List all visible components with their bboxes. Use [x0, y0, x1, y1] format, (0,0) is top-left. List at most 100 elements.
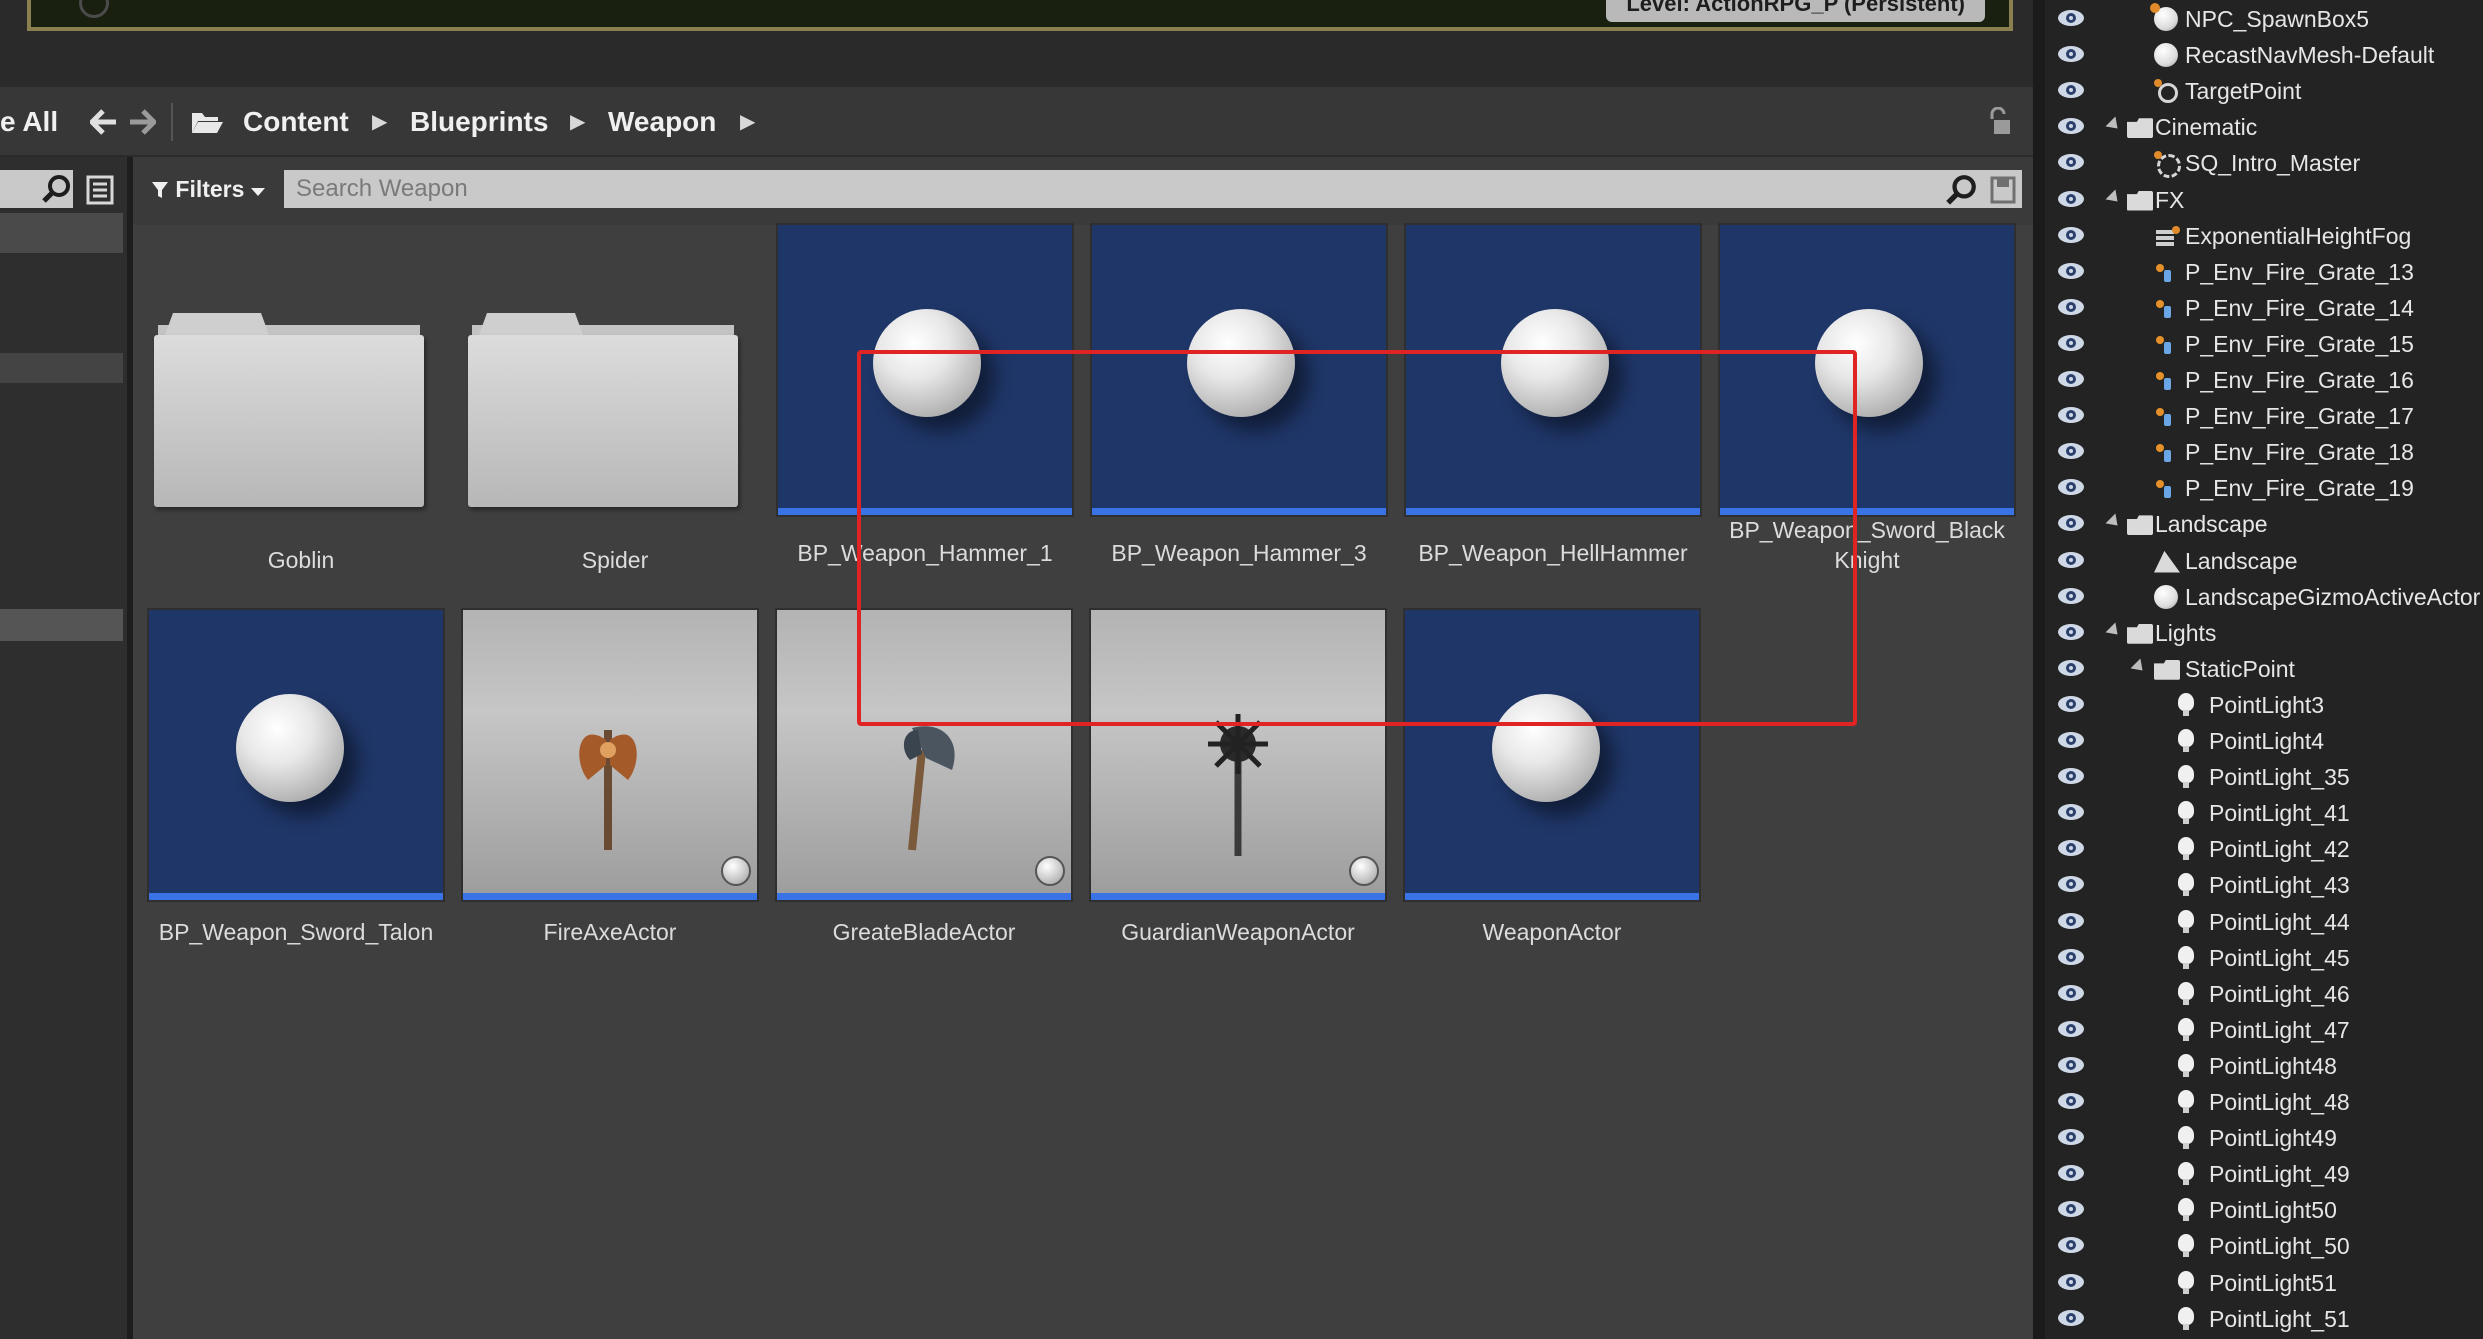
visibility-eye-icon[interactable] — [2057, 875, 2085, 893]
visibility-eye-icon[interactable] — [2057, 1164, 2085, 1182]
visibility-eye-icon[interactable] — [2057, 334, 2085, 352]
outliner-row[interactable]: Landscape — [2045, 543, 2483, 579]
breadcrumb-content[interactable]: Content — [243, 87, 349, 157]
outliner-row[interactable]: PointLight_35 — [2045, 759, 2483, 795]
visibility-eye-icon[interactable] — [2057, 478, 2085, 496]
visibility-eye-icon[interactable] — [2057, 442, 2085, 460]
breadcrumb-blueprints[interactable]: Blueprints — [410, 87, 548, 157]
outliner-row[interactable]: RecastNavMesh-Default — [2045, 37, 2483, 73]
visibility-eye-icon[interactable] — [2057, 514, 2085, 532]
outliner-row[interactable]: FX — [2045, 182, 2483, 218]
viewport-options-icon[interactable] — [79, 0, 109, 18]
breadcrumb-chevron-icon[interactable]: ▶ — [372, 87, 387, 157]
search-icon[interactable] — [42, 174, 72, 204]
visibility-eye-icon[interactable] — [2057, 659, 2085, 677]
search-input[interactable] — [284, 170, 2022, 208]
outliner-row[interactable]: NPC_SpawnBox5 — [2045, 1, 2483, 37]
visibility-eye-icon[interactable] — [2057, 695, 2085, 713]
outliner-row[interactable]: PointLight_43 — [2045, 867, 2483, 903]
save-search-icon[interactable] — [1990, 176, 2016, 204]
visibility-eye-icon[interactable] — [2057, 153, 2085, 171]
visibility-eye-icon[interactable] — [2057, 370, 2085, 388]
visibility-eye-icon[interactable] — [2057, 623, 2085, 641]
visibility-eye-icon[interactable] — [2057, 1128, 2085, 1146]
outliner-row[interactable]: SQ_Intro_Master — [2045, 145, 2483, 181]
visibility-eye-icon[interactable] — [2057, 262, 2085, 280]
outliner-row[interactable]: Cinematic — [2045, 109, 2483, 145]
outliner-row[interactable]: ExponentialHeightFog — [2045, 218, 2483, 254]
list-view-icon[interactable] — [86, 175, 114, 205]
outliner-row[interactable]: PointLight49 — [2045, 1120, 2483, 1156]
outliner-row[interactable]: PointLight4 — [2045, 723, 2483, 759]
visibility-eye-icon[interactable] — [2057, 839, 2085, 857]
breadcrumb-chevron-icon[interactable]: ▶ — [570, 87, 585, 157]
search-icon[interactable] — [1946, 174, 1978, 206]
visibility-eye-icon[interactable] — [2057, 1200, 2085, 1218]
outliner-row[interactable]: PointLight_41 — [2045, 795, 2483, 831]
outliner-row[interactable]: TargetPoint — [2045, 73, 2483, 109]
visibility-eye-icon[interactable] — [2057, 587, 2085, 605]
outliner-row[interactable]: PointLight3 — [2045, 687, 2483, 723]
outliner-row[interactable]: P_Env_Fire_Grate_18 — [2045, 434, 2483, 470]
visibility-eye-icon[interactable] — [2057, 948, 2085, 966]
visibility-eye-icon[interactable] — [2057, 1056, 2085, 1074]
visibility-eye-icon[interactable] — [2057, 731, 2085, 749]
breadcrumb-weapon[interactable]: Weapon — [608, 87, 716, 157]
lock-icon[interactable] — [1986, 107, 2014, 137]
outliner-row[interactable]: PointLight_44 — [2045, 904, 2483, 940]
outliner-row[interactable]: PointLight_47 — [2045, 1012, 2483, 1048]
visibility-eye-icon[interactable] — [2057, 984, 2085, 1002]
visibility-eye-icon[interactable] — [2057, 81, 2085, 99]
expand-arrow-icon[interactable] — [2105, 622, 2123, 640]
outliner-row[interactable]: PointLight51 — [2045, 1265, 2483, 1301]
save-all-button[interactable]: e All — [0, 87, 58, 157]
outliner-row[interactable]: PointLight_45 — [2045, 940, 2483, 976]
visibility-eye-icon[interactable] — [2057, 1020, 2085, 1038]
outliner-row[interactable]: PointLight_50 — [2045, 1228, 2483, 1264]
expand-arrow-icon[interactable] — [2105, 189, 2123, 206]
outliner-row[interactable]: PointLight_49 — [2045, 1156, 2483, 1192]
outliner-row[interactable]: Lights — [2045, 615, 2483, 651]
outliner-row[interactable]: LandscapeGizmoActiveActor — [2045, 579, 2483, 615]
outliner-row[interactable]: PointLight48 — [2045, 1048, 2483, 1084]
breadcrumb-chevron-icon[interactable]: ▶ — [740, 87, 755, 157]
viewport-strip[interactable]: Level: ActionRPG_P (Persistent) — [27, 0, 2013, 31]
visibility-eye-icon[interactable] — [2057, 1092, 2085, 1110]
back-arrow-icon[interactable] — [90, 109, 118, 135]
visibility-eye-icon[interactable] — [2057, 45, 2085, 63]
visibility-eye-icon[interactable] — [2057, 9, 2085, 27]
forward-arrow-icon[interactable] — [128, 109, 156, 135]
expand-arrow-icon[interactable] — [2130, 658, 2148, 676]
outliner-row[interactable]: Landscape — [2045, 506, 2483, 542]
expand-arrow-icon[interactable] — [2105, 513, 2123, 531]
outliner-row[interactable]: StaticPoint — [2045, 651, 2483, 687]
visibility-eye-icon[interactable] — [2057, 912, 2085, 930]
visibility-eye-icon[interactable] — [2057, 1309, 2085, 1327]
visibility-eye-icon[interactable] — [2057, 117, 2085, 135]
sources-item[interactable] — [0, 353, 123, 383]
outliner-row[interactable]: P_Env_Fire_Grate_16 — [2045, 362, 2483, 398]
outliner-row[interactable]: P_Env_Fire_Grate_15 — [2045, 326, 2483, 362]
outliner-row[interactable]: P_Env_Fire_Grate_17 — [2045, 398, 2483, 434]
visibility-eye-icon[interactable] — [2057, 190, 2085, 208]
filters-button[interactable]: Filters — [151, 169, 265, 209]
outliner-row[interactable]: P_Env_Fire_Grate_13 — [2045, 254, 2483, 290]
sources-item-selected[interactable] — [0, 213, 123, 253]
expand-arrow-icon[interactable] — [2105, 116, 2123, 134]
outliner-row[interactable]: PointLight_46 — [2045, 976, 2483, 1012]
outliner-row[interactable]: P_Env_Fire_Grate_14 — [2045, 290, 2483, 326]
panel-splitter[interactable] — [2033, 0, 2045, 1339]
visibility-eye-icon[interactable] — [2057, 406, 2085, 424]
visibility-eye-icon[interactable] — [2057, 1236, 2085, 1254]
visibility-eye-icon[interactable] — [2057, 803, 2085, 821]
outliner-row[interactable]: PointLight50 — [2045, 1192, 2483, 1228]
outliner-row[interactable]: PointLight_48 — [2045, 1084, 2483, 1120]
visibility-eye-icon[interactable] — [2057, 551, 2085, 569]
visibility-eye-icon[interactable] — [2057, 298, 2085, 316]
visibility-eye-icon[interactable] — [2057, 767, 2085, 785]
outliner-row[interactable]: P_Env_Fire_Grate_19 — [2045, 470, 2483, 506]
sources-item[interactable] — [0, 609, 123, 641]
visibility-eye-icon[interactable] — [2057, 226, 2085, 244]
visibility-eye-icon[interactable] — [2057, 1273, 2085, 1291]
outliner-row[interactable]: PointLight_51 — [2045, 1301, 2483, 1337]
